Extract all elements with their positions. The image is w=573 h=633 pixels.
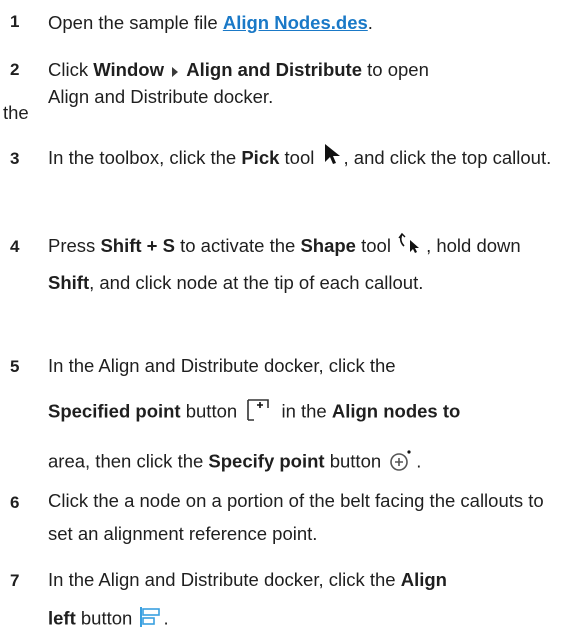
step-number: 2: [10, 60, 20, 79]
align-left-label-cont: left: [48, 607, 76, 629]
triangle-right-icon: [171, 54, 179, 89]
menu-align-distribute: Align and Distribute: [186, 59, 362, 80]
step-text-fragment: the: [3, 102, 29, 123]
specified-point-label: Specified point: [48, 400, 181, 422]
shape-tool-label: Shape: [300, 235, 356, 256]
shift-key-label: Shift: [48, 271, 90, 293]
sample-file-link[interactable]: Align Nodes.des: [223, 12, 368, 33]
specify-point-crosshair-icon: [388, 448, 414, 477]
pick-tool-label: Pick: [241, 147, 280, 168]
step-text: Open the sample file: [48, 12, 223, 33]
step-number: 5: [10, 357, 20, 376]
step-text: In the Align and Distribute docker, clic…: [48, 355, 396, 376]
step-number: 3: [10, 149, 20, 168]
menu-window: Window: [93, 59, 164, 80]
step-number: 1: [10, 12, 20, 31]
specified-point-button-icon: [244, 398, 274, 427]
align-left-label: Align: [400, 569, 447, 590]
shape-tool-icon: [398, 230, 424, 265]
step-text: Align and Distribute docker.: [48, 86, 274, 107]
tutorial-steps: 1 Open the sample file Align Nodes.des. …: [0, 0, 573, 630]
step-text: Click the a node on a portion of the bel…: [48, 490, 544, 544]
step-number: 6: [10, 493, 20, 512]
specify-point-label: Specify point: [208, 450, 325, 472]
align-left-icon: [139, 606, 161, 633]
pick-tool-arrow-icon: [322, 142, 342, 177]
step-number: 4: [10, 237, 20, 256]
shortcut-label: Shift + S: [100, 235, 175, 256]
align-nodes-to-label: Align nodes to: [331, 400, 461, 422]
step-number: 7: [10, 571, 20, 590]
